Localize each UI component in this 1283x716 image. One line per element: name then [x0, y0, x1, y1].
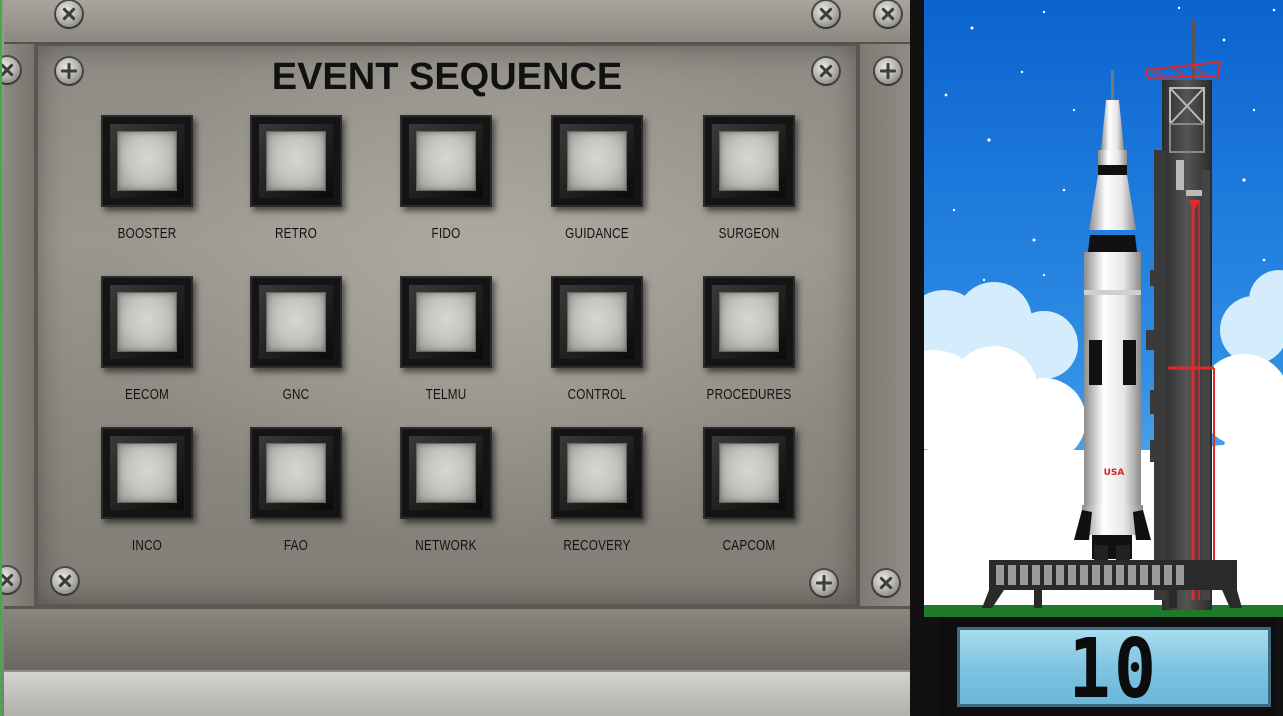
event-button-booster[interactable]: BOOSTER [72, 115, 222, 265]
right-plate [858, 44, 912, 606]
screw-icon [873, 570, 899, 596]
button-label: INCO [131, 537, 163, 554]
button-lamp[interactable] [266, 292, 326, 352]
button-label: GUIDANCE [565, 225, 629, 242]
button-lamp[interactable] [719, 443, 779, 503]
button-frame[interactable] [551, 276, 643, 368]
button-frame[interactable] [101, 427, 193, 519]
event-button-fido[interactable]: FIDO [371, 115, 521, 265]
event-button-guidance[interactable]: GUIDANCE [522, 115, 672, 265]
event-button-telmu[interactable]: TELMU [371, 276, 521, 426]
button-label: RECOVERY [563, 537, 631, 554]
event-button-eecom[interactable]: EECOM [72, 276, 222, 426]
event-button-control[interactable]: CONTROL [522, 276, 672, 426]
button-lamp[interactable] [117, 292, 177, 352]
button-label: TELMU [425, 386, 467, 403]
event-button-capcom[interactable]: CAPCOM [674, 427, 824, 577]
screw-icon [56, 1, 82, 27]
countdown-value: 10 [1068, 622, 1160, 716]
button-lamp[interactable] [266, 443, 326, 503]
button-lamp[interactable] [416, 292, 476, 352]
button-label: PROCEDURES [706, 386, 792, 403]
countdown-screen: 10 [957, 622, 1271, 716]
console-shelf [4, 606, 912, 670]
button-frame[interactable] [400, 427, 492, 519]
button-frame[interactable] [551, 427, 643, 519]
event-button-procedures[interactable]: PROCEDURES [674, 276, 824, 426]
screw-icon [813, 1, 839, 27]
button-lamp[interactable] [117, 131, 177, 191]
event-button-retro[interactable]: RETRO [221, 115, 371, 265]
launch-pad-view: USA 10 [924, 0, 1283, 716]
button-frame[interactable] [400, 115, 492, 207]
button-lamp[interactable] [416, 131, 476, 191]
rocket-marking: USA [1104, 468, 1125, 478]
button-label: GNC [282, 386, 310, 403]
countdown-display: 10 [939, 617, 1275, 716]
button-label: RETRO [274, 225, 318, 242]
event-button-gnc[interactable]: GNC [221, 276, 371, 426]
event-button-network[interactable]: NETWORK [371, 427, 521, 577]
button-frame[interactable] [703, 276, 795, 368]
button-frame[interactable] [703, 115, 795, 207]
button-lamp[interactable] [567, 131, 627, 191]
button-lamp[interactable] [719, 292, 779, 352]
button-label: EECOM [124, 386, 170, 403]
button-lamp[interactable] [719, 131, 779, 191]
top-plate [4, 0, 912, 44]
button-lamp[interactable] [416, 443, 476, 503]
button-lamp[interactable] [567, 292, 627, 352]
console-ledge [4, 670, 912, 716]
panel-title: EVENT SEQUENCE [271, 56, 623, 98]
button-frame[interactable] [703, 427, 795, 519]
button-frame[interactable] [400, 276, 492, 368]
event-button-inco[interactable]: INCO [72, 427, 222, 577]
button-frame[interactable] [101, 276, 193, 368]
button-label: FIDO [431, 225, 461, 242]
button-lamp[interactable] [266, 131, 326, 191]
event-sequence-console: EVENT SEQUENCE BOOSTER RETRO FIDO GUIDAN… [0, 0, 912, 716]
event-button-fao[interactable]: FAO [221, 427, 371, 577]
button-frame[interactable] [101, 115, 193, 207]
button-label: BOOSTER [117, 225, 177, 242]
left-plate [4, 44, 36, 606]
button-label: SURGEON [718, 225, 780, 242]
button-frame[interactable] [551, 115, 643, 207]
button-frame[interactable] [250, 276, 342, 368]
event-button-surgeon[interactable]: SURGEON [674, 115, 824, 265]
button-lamp[interactable] [117, 443, 177, 503]
button-lamp[interactable] [567, 443, 627, 503]
screw-icon [875, 1, 901, 27]
event-button-recovery[interactable]: RECOVERY [522, 427, 672, 577]
button-frame[interactable] [250, 115, 342, 207]
screw-icon [875, 58, 901, 84]
launch-scene: USA [924, 0, 1283, 617]
panel-divider [910, 0, 924, 716]
ground [924, 605, 1283, 617]
button-label: CONTROL [567, 386, 627, 403]
button-frame[interactable] [250, 427, 342, 519]
button-label: NETWORK [415, 537, 477, 554]
button-label: FAO [283, 537, 309, 554]
button-label: CAPCOM [722, 537, 776, 554]
